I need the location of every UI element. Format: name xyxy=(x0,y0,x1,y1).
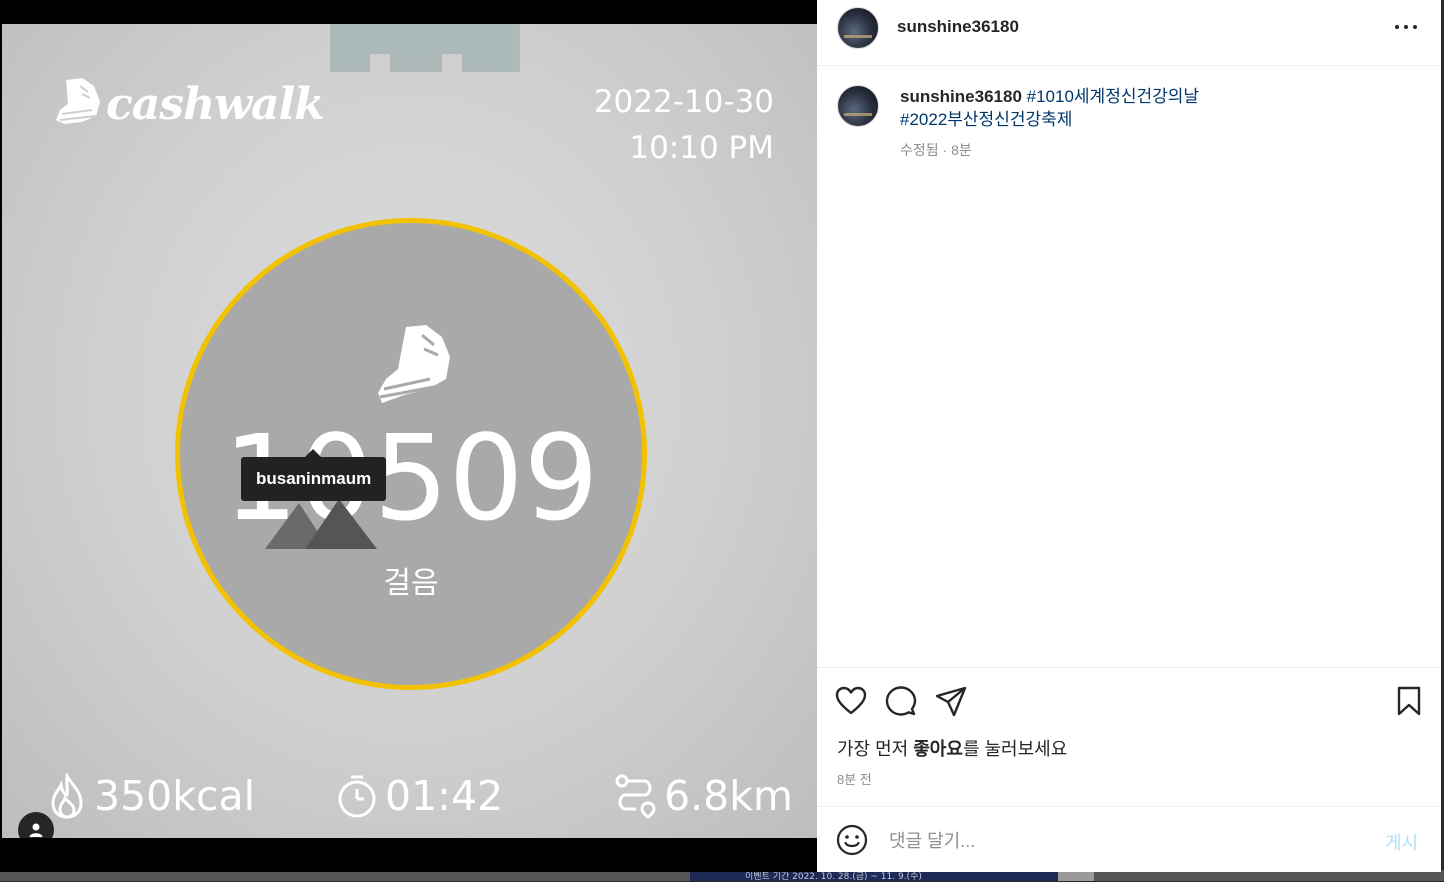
comment-icon[interactable] xyxy=(885,685,917,717)
caption-username[interactable]: sunshine36180 xyxy=(900,87,1022,106)
tape-decoration xyxy=(330,24,520,72)
edited-meta: 수정됨 · 8분 xyxy=(900,142,972,158)
stopwatch-icon xyxy=(338,775,376,818)
caption-avatar[interactable] xyxy=(837,85,879,127)
walk-time: 10:10 PM xyxy=(629,130,774,166)
duration-stat: 01:42 xyxy=(337,772,503,820)
calories-value: 350kcal xyxy=(94,772,256,820)
header-username[interactable]: sunshine36180 xyxy=(897,17,1019,37)
like-prompt-suffix: 를 눌러보세요 xyxy=(962,739,1068,759)
post-caption: sunshine36180 #1010세계정신건강의날 #2022부산정신건강축… xyxy=(900,85,1420,131)
post-time: 8분 전 xyxy=(837,772,872,787)
user-tag-label[interactable]: busaninmaum xyxy=(241,449,387,501)
share-icon[interactable] xyxy=(935,685,967,717)
like-prompt-prefix: 가장 먼저 xyxy=(837,739,914,759)
comment-input[interactable] xyxy=(887,825,1361,857)
like-prompt: 가장 먼저 좋아요를 눌러보세요 xyxy=(837,735,1067,761)
post-comment-button[interactable]: 게시 xyxy=(1385,829,1418,855)
post-media[interactable]: cashwalk 2022-10-30 10:10 PM 10509 걸음 bu… xyxy=(0,0,817,872)
route-icon xyxy=(615,774,656,819)
steps-ring: 10509 걸음 xyxy=(175,218,647,690)
app-name: cashwalk xyxy=(106,78,325,130)
avatar[interactable] xyxy=(837,7,879,49)
comment-bar: 게시 xyxy=(817,806,1441,873)
duration-value: 01:42 xyxy=(385,772,504,820)
shoe-icon xyxy=(378,325,450,403)
post-actions: 가장 먼저 좋아요를 눌러보세요 8분 전 xyxy=(817,667,1441,808)
hashtag-link[interactable]: #1010세계정신건강의날 xyxy=(1027,87,1199,106)
tape-notch xyxy=(442,54,462,72)
heart-icon[interactable] xyxy=(835,685,867,717)
distance-value: 6.8km xyxy=(664,772,793,820)
distance-stat: 6.8km xyxy=(614,772,793,820)
emoji-icon[interactable] xyxy=(836,824,868,856)
user-icon xyxy=(29,823,43,837)
flame-icon xyxy=(51,773,83,819)
post-header: sunshine36180 xyxy=(817,0,1441,66)
walk-date: 2022-10-30 xyxy=(593,84,774,120)
steps-label: 걸음 xyxy=(383,566,439,601)
tape-notch xyxy=(370,54,390,72)
calories-stat: 350kcal xyxy=(48,772,255,820)
hashtag-link[interactable]: #2022부산정신건강축제 xyxy=(900,110,1072,129)
like-prompt-link[interactable]: 좋아요 xyxy=(913,739,963,759)
shoe-icon xyxy=(56,78,100,124)
post-photo[interactable]: cashwalk 2022-10-30 10:10 PM 10509 걸음 bu… xyxy=(2,24,817,838)
more-options-icon[interactable] xyxy=(1395,16,1417,38)
post-details-panel: sunshine36180 sunshine36180 #1010세계정신건강의… xyxy=(817,0,1441,872)
cashwalk-logo: cashwalk xyxy=(52,76,325,132)
bookmark-icon[interactable] xyxy=(1393,685,1425,717)
